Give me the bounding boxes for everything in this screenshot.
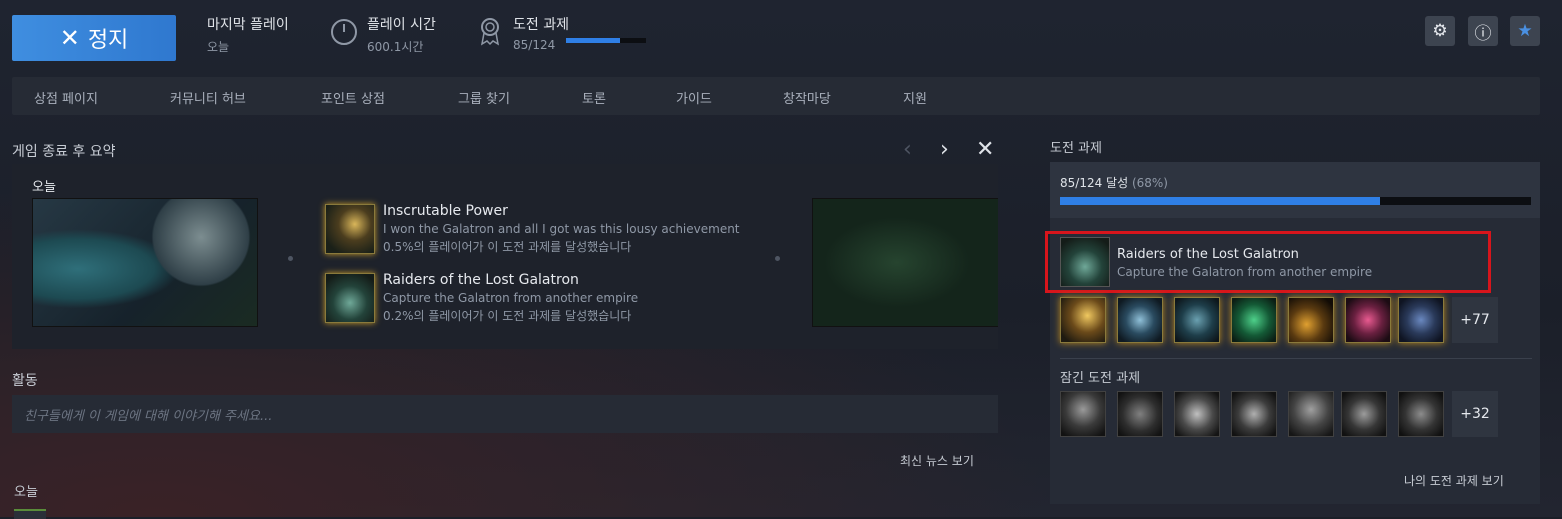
achievement-icon[interactable] bbox=[1398, 297, 1444, 343]
locked-achievement-icon[interactable] bbox=[1398, 391, 1444, 437]
achievement-desc: Capture the Galatron from another empire bbox=[383, 291, 639, 305]
more-unlocked-count[interactable]: +77 bbox=[1452, 297, 1498, 343]
nav-store-page[interactable]: 상점 페이지 bbox=[34, 88, 98, 107]
divider bbox=[1060, 358, 1532, 359]
achievements-panel-title: 도전 과제 bbox=[1050, 141, 1102, 156]
activity-input[interactable]: 친구들에게 이 게임에 대해 이야기해 주세요... bbox=[12, 395, 998, 433]
prev-arrow-icon[interactable]: ‹ bbox=[903, 137, 912, 162]
achievement-icon[interactable] bbox=[1174, 297, 1220, 343]
nav-community-hub[interactable]: 커뮤니티 허브 bbox=[170, 88, 246, 107]
game-header: ✕ 정지 마지막 플레이 오늘 플레이 시간 600.1시간 도전 과제 85/… bbox=[0, 0, 1562, 75]
nav-find-groups[interactable]: 그룹 찾기 bbox=[458, 88, 510, 107]
trophy-icon bbox=[480, 18, 500, 46]
summary-title: 게임 종료 후 요약 bbox=[12, 144, 116, 160]
playtime: 플레이 시간 600.1시간 bbox=[367, 14, 436, 55]
game-nav-bar: 상점 페이지 커뮤니티 허브 포인트 상점 그룹 찾기 토론 가이드 창작마당 … bbox=[12, 77, 1540, 115]
nav-points-shop[interactable]: 포인트 상점 bbox=[321, 88, 385, 107]
playtime-label: 플레이 시간 bbox=[367, 17, 436, 33]
galatron-achievement-icon bbox=[325, 273, 375, 323]
last-played: 마지막 플레이 오늘 bbox=[207, 14, 289, 55]
locked-achievement-icon[interactable] bbox=[1231, 391, 1277, 437]
achievement-icon[interactable] bbox=[1060, 297, 1106, 343]
achievement-icon[interactable] bbox=[1231, 297, 1277, 343]
achievements-stat[interactable]: 도전 과제 85/124 bbox=[513, 14, 569, 52]
nav-workshop[interactable]: 창작마당 bbox=[783, 88, 831, 107]
locked-achievement-icon[interactable] bbox=[1288, 391, 1334, 437]
locked-achievement-icon[interactable] bbox=[1060, 391, 1106, 437]
locked-achievement-icon[interactable] bbox=[1174, 391, 1220, 437]
achievement-rarity: 0.2%의 플레이어가 이 도전 과제를 달성했습니다 bbox=[383, 309, 632, 323]
last-played-value: 오늘 bbox=[207, 40, 230, 54]
star-icon: ★ bbox=[1517, 21, 1533, 41]
nav-support[interactable]: 지원 bbox=[903, 88, 927, 107]
achievement-desc: I won the Galatron and all I got was thi… bbox=[383, 222, 740, 236]
next-arrow-icon[interactable]: › bbox=[940, 137, 949, 162]
achievements-progress: 85/124 달성 (68%) bbox=[1050, 162, 1540, 218]
activity-placeholder: 친구들에게 이 게임에 대해 이야기해 주세요... bbox=[24, 409, 273, 424]
post-game-summary: 오늘 Inscrutable Power I won the Galatron … bbox=[12, 164, 998, 349]
summary-date: 오늘 bbox=[32, 180, 56, 195]
activity-date: 오늘 bbox=[14, 485, 38, 500]
hand-achievement-icon bbox=[325, 204, 375, 254]
nav-discussions[interactable]: 토론 bbox=[582, 88, 606, 107]
achievement-icon[interactable] bbox=[1117, 297, 1163, 343]
stop-button[interactable]: ✕ 정지 bbox=[12, 15, 176, 61]
activity-title: 활동 bbox=[12, 373, 38, 389]
view-my-achievements-link[interactable]: 나의 도전 과제 보기 bbox=[1404, 472, 1504, 489]
playtime-value: 600.1시간 bbox=[367, 40, 424, 54]
settings-button[interactable]: ⚙ bbox=[1425, 16, 1455, 46]
favorite-button[interactable]: ★ bbox=[1510, 16, 1540, 46]
separator-dot bbox=[775, 256, 780, 261]
achievements-progress-fill bbox=[566, 38, 621, 43]
info-button[interactable]: ⓘ bbox=[1468, 16, 1498, 46]
achievement-title: Inscrutable Power bbox=[383, 203, 508, 219]
highlight-box bbox=[1045, 231, 1491, 293]
last-played-label: 마지막 플레이 bbox=[207, 17, 289, 33]
screenshot-thumbnail[interactable] bbox=[812, 198, 998, 327]
achievements-progress-track bbox=[1060, 197, 1531, 205]
gear-icon: ⚙ bbox=[1432, 21, 1448, 41]
clock-icon bbox=[331, 19, 357, 45]
locked-achievement-icon[interactable] bbox=[1341, 391, 1387, 437]
progress-percent: (68%) bbox=[1131, 176, 1168, 190]
achievement-title: Raiders of the Lost Galatron bbox=[383, 272, 579, 288]
progress-count: 85/124 달성 bbox=[1060, 176, 1129, 190]
achievements-progress-label: 85/124 달성 (68%) bbox=[1060, 174, 1168, 191]
more-locked-count[interactable]: +32 bbox=[1452, 391, 1498, 437]
close-summary-icon[interactable]: ✕ bbox=[976, 137, 994, 162]
achievements-progress-fill bbox=[1060, 197, 1381, 205]
separator-dot bbox=[288, 256, 293, 261]
achievement-icon[interactable] bbox=[1288, 297, 1334, 343]
summary-achievement[interactable]: Inscrutable Power I won the Galatron and… bbox=[325, 203, 765, 256]
achievements-value: 85/124 bbox=[513, 38, 556, 52]
nav-guides[interactable]: 가이드 bbox=[676, 88, 712, 107]
view-latest-news-link[interactable]: 최신 뉴스 보기 bbox=[900, 452, 974, 469]
screenshot-thumbnail[interactable] bbox=[32, 198, 258, 327]
activity-thumbnail bbox=[14, 509, 46, 519]
achievements-progress-bar bbox=[566, 38, 646, 43]
stop-label: 정지 bbox=[87, 28, 129, 53]
info-icon: ⓘ bbox=[1474, 23, 1492, 44]
achievement-rarity: 0.5%의 플레이어가 이 도전 과제를 달성했습니다 bbox=[383, 240, 632, 254]
summary-achievement[interactable]: Raiders of the Lost Galatron Capture the… bbox=[325, 272, 765, 325]
achievement-icon[interactable] bbox=[1345, 297, 1391, 343]
locked-achievement-icon[interactable] bbox=[1117, 391, 1163, 437]
achievements-label: 도전 과제 bbox=[513, 17, 569, 33]
locked-achievements-title: 잠긴 도전 과제 bbox=[1060, 371, 1141, 386]
close-icon: ✕ bbox=[59, 24, 80, 52]
